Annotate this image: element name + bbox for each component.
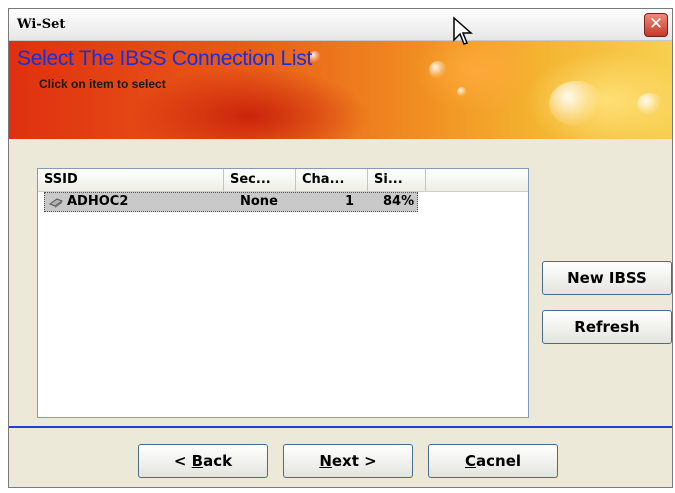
- title-bar: Wi-Set ✕: [9, 9, 672, 41]
- water-drop: [549, 81, 604, 126]
- column-header-channel[interactable]: Cha...: [296, 169, 368, 191]
- list-item[interactable]: ADHOC2 None 1 84%: [44, 192, 418, 212]
- column-header-security[interactable]: Sec...: [224, 169, 296, 191]
- ssid-cell: ADHOC2: [67, 194, 129, 209]
- cancel-button-mnemonic: C: [464, 452, 476, 470]
- water-drop: [637, 93, 663, 115]
- close-button[interactable]: ✕: [644, 13, 668, 37]
- column-header-signal[interactable]: Si...: [368, 169, 426, 191]
- banner-title: Select The IBSS Connection List: [17, 47, 312, 70]
- cancel-button-label: acnel: [476, 452, 522, 470]
- footer-divider: [9, 426, 672, 428]
- wireless-adhoc-icon: [48, 194, 64, 212]
- wi-set-window: Wi-Set ✕ Select The IBSS Connection List…: [8, 8, 673, 488]
- back-button-mnemonic: B: [191, 452, 204, 470]
- refresh-button[interactable]: Refresh: [542, 310, 672, 344]
- back-button-prefix: <: [173, 452, 192, 470]
- next-button-label: ext >: [331, 452, 377, 470]
- next-button[interactable]: Next >: [283, 444, 413, 478]
- close-icon: ✕: [648, 14, 664, 34]
- ibss-connection-list[interactable]: SSID Sec... Cha... Si... ADHOC2 None 1 8…: [37, 168, 529, 418]
- back-button-label: ack: [203, 452, 233, 470]
- new-ibss-button[interactable]: New IBSS: [542, 261, 672, 295]
- list-header: SSID Sec... Cha... Si...: [38, 169, 528, 192]
- column-header-ssid[interactable]: SSID: [38, 169, 224, 191]
- mouse-cursor-icon: [453, 16, 473, 45]
- header-banner: Select The IBSS Connection List Click on…: [9, 41, 672, 139]
- security-cell: None: [240, 194, 278, 209]
- signal-cell: 84%: [383, 194, 415, 209]
- water-drop: [429, 61, 447, 79]
- water-drop: [457, 87, 467, 97]
- banner-subtitle: Click on item to select: [39, 77, 166, 91]
- next-button-mnemonic: N: [319, 452, 332, 470]
- window-title: Wi-Set: [17, 17, 66, 32]
- cancel-button[interactable]: Cacnel: [428, 444, 558, 478]
- channel-cell: 1: [345, 194, 355, 209]
- back-button[interactable]: < Back: [138, 444, 268, 478]
